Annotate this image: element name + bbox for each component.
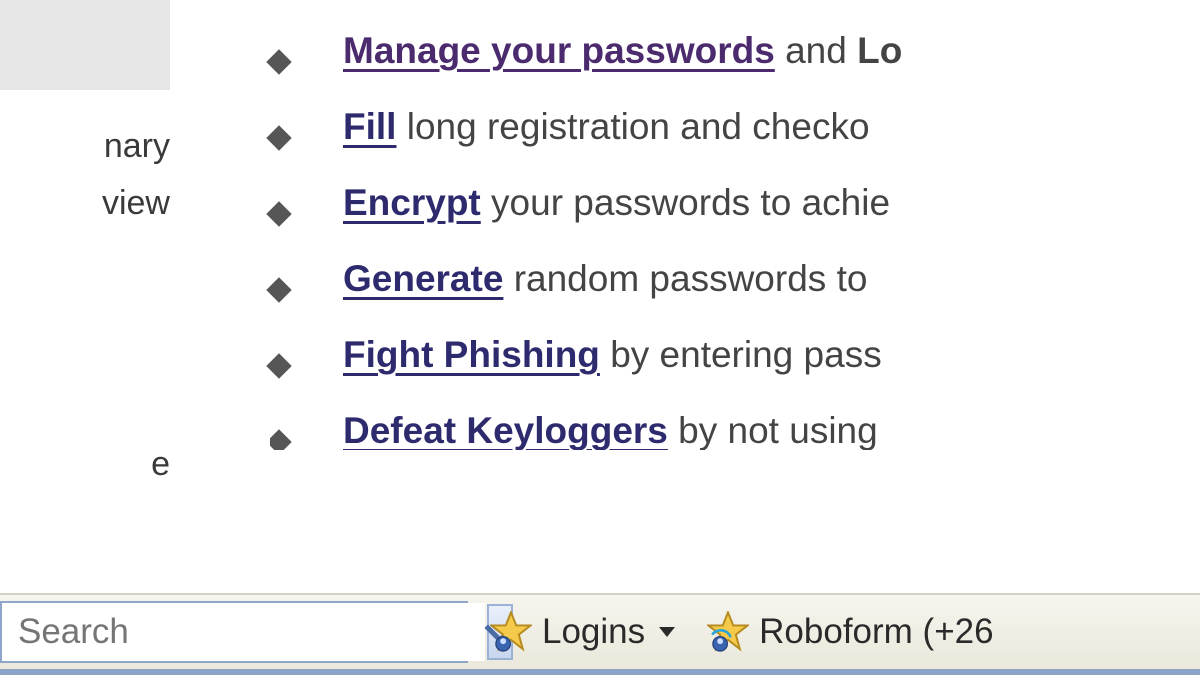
roboform-toolbar: Logins Roboform (+26 [0, 593, 1200, 675]
sidebar-item-label: nary [0, 121, 170, 172]
feature-text: your passwords to achie [491, 182, 890, 223]
sidebar-item-label: view [0, 178, 170, 229]
feature-text: by not using [678, 410, 878, 450]
star-person-icon [707, 611, 749, 653]
dropdown-triangle-icon [659, 627, 675, 637]
feature-item: Encrypt your passwords to achie [270, 182, 1200, 224]
sidebar: nary view e [0, 0, 170, 675]
feature-link-defeat-keyloggers[interactable]: Defeat Keyloggers [343, 410, 668, 450]
star-person-icon [490, 611, 532, 653]
feature-text: by entering pass [610, 334, 882, 375]
feature-link-generate[interactable]: Generate [343, 258, 503, 299]
feature-link-encrypt[interactable]: Encrypt [343, 182, 481, 223]
feature-link-fight-phishing[interactable]: Fight Phishing [343, 334, 600, 375]
feature-item: Generate random passwords to [270, 258, 1200, 300]
feature-tail: Lo [857, 30, 902, 71]
diamond-bullet-icon [270, 429, 292, 450]
feature-text: and [785, 30, 857, 71]
roboform-label: Roboform (+26 [759, 612, 993, 652]
sidebar-item[interactable]: nary view [0, 90, 170, 260]
diamond-bullet-icon [266, 49, 291, 74]
sidebar-item[interactable]: e [0, 380, 170, 510]
search-input[interactable] [2, 603, 485, 661]
diamond-bullet-icon [266, 125, 291, 150]
logins-button[interactable]: Logins [480, 602, 685, 662]
feature-text-wrap: Manage your passwords and Lo [343, 30, 902, 72]
sidebar-item[interactable] [0, 260, 170, 380]
diamond-bullet-icon [266, 201, 291, 226]
feature-text-wrap: Fill long registration and checko [343, 106, 870, 148]
feature-list: Manage your passwords and Lo Fill long r… [270, 30, 1200, 450]
logins-label: Logins [542, 612, 645, 652]
search-combo[interactable] [0, 601, 468, 663]
feature-link-fill[interactable]: Fill [343, 106, 396, 147]
diamond-bullet-icon [266, 353, 291, 378]
feature-item: Fight Phishing by entering pass [270, 334, 1200, 376]
main-content: Manage your passwords and Lo Fill long r… [170, 0, 1200, 675]
feature-text: random passwords to [514, 258, 868, 299]
feature-item: Fill long registration and checko [270, 106, 1200, 148]
feature-link-manage-passwords[interactable]: Manage your passwords [343, 30, 775, 71]
feature-text-wrap: Generate random passwords to [343, 258, 867, 300]
feature-text-wrap: Defeat Keyloggers by not using [343, 410, 878, 450]
sidebar-item[interactable] [0, 0, 170, 90]
feature-item: Manage your passwords and Lo [270, 30, 1200, 72]
roboform-button[interactable]: Roboform (+26 [697, 602, 1003, 662]
feature-item: Defeat Keyloggers by not using [270, 410, 1200, 450]
feature-text: long registration and checko [407, 106, 870, 147]
diamond-bullet-icon [266, 277, 291, 302]
feature-text-wrap: Encrypt your passwords to achie [343, 182, 890, 224]
sidebar-item-label: e [151, 439, 170, 490]
feature-text-wrap: Fight Phishing by entering pass [343, 334, 882, 376]
